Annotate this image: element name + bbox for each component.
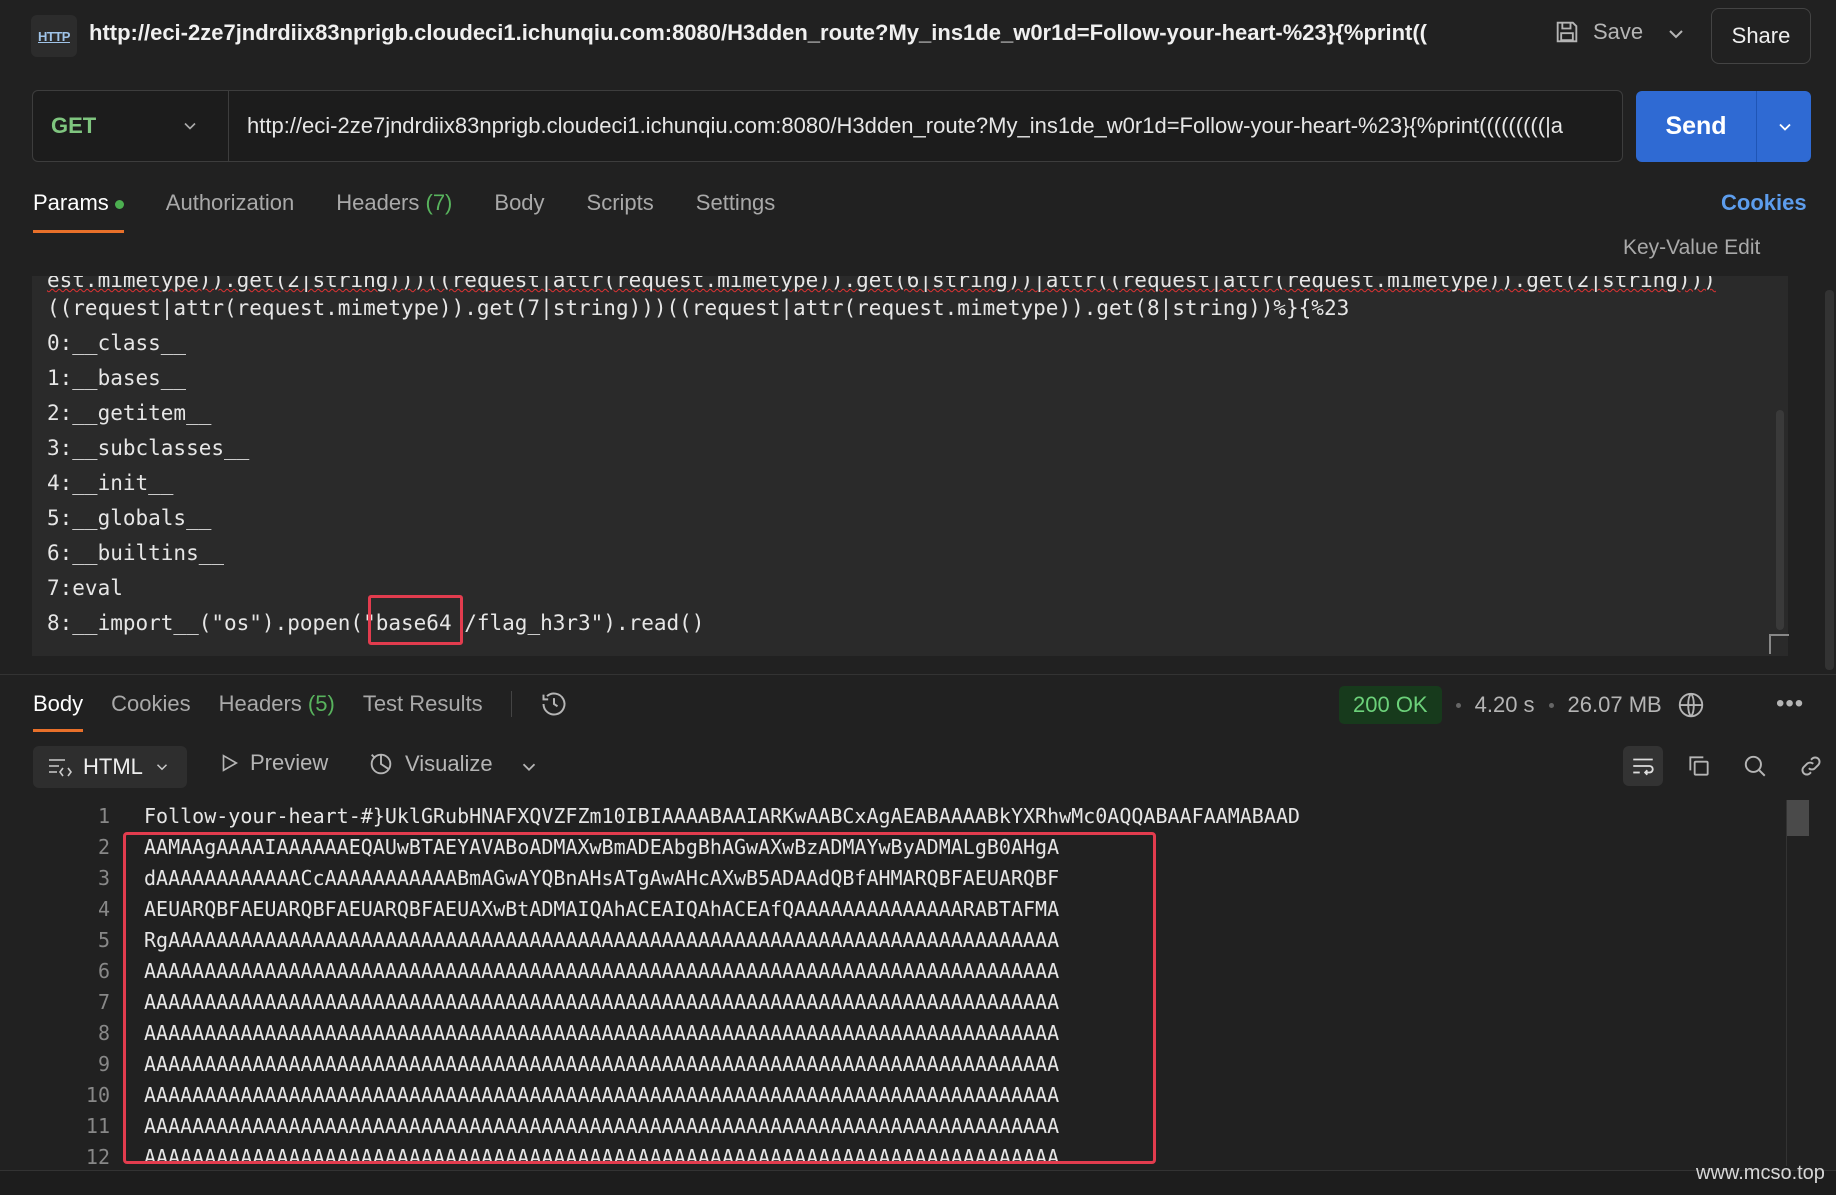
visualize-icon	[370, 753, 392, 775]
format-select[interactable]: HTML	[33, 746, 187, 788]
url-bar: GET http://eci-2ze7jndrdiix83nprigb.clou…	[32, 90, 1623, 162]
param-line: 6:__builtins__	[47, 541, 225, 565]
tab-test-results[interactable]: Test Results	[363, 691, 483, 729]
param-line: ((request|attr(request.mimetype)).get(7|…	[47, 296, 1350, 320]
url-input[interactable]: http://eci-2ze7jndrdiix83nprigb.cloudeci…	[229, 113, 1589, 139]
chevron-down-icon	[184, 122, 196, 130]
param-line: 2:__getitem__	[47, 401, 212, 425]
params-bulk-editor[interactable]: est.mimetype)).get(2|string)))((request|…	[32, 276, 1788, 656]
param-line: 7:eval	[47, 576, 123, 600]
send-button[interactable]: Send	[1636, 91, 1811, 162]
send-label: Send	[1665, 112, 1727, 140]
code-line: 1 Follow-your-heart-#}UklGRubHNAFXQVZFZm1…	[97, 804, 1300, 828]
link-icon	[1801, 756, 1821, 776]
method-label: GET	[51, 113, 97, 138]
params-active-dot	[114, 199, 124, 209]
copy-icon	[1689, 756, 1709, 776]
tab-response-cookies[interactable]: Cookies	[111, 691, 190, 729]
http-request-icon: HTTP	[31, 15, 77, 57]
page-scrollbar[interactable]	[1825, 290, 1834, 670]
save-icon	[1556, 21, 1578, 43]
response-meta: 200 OK 4.20 s 26.07 MB	[1339, 686, 1706, 724]
search-button[interactable]	[1735, 746, 1775, 786]
chevron-down-icon[interactable]	[1664, 22, 1688, 46]
visualize-button[interactable]: Visualize	[367, 750, 493, 778]
key-value-edit-link[interactable]: Key-Value Edit	[1623, 236, 1760, 260]
tab-response-headers[interactable]: Headers (5)	[219, 691, 335, 729]
tab-params[interactable]: Params	[33, 190, 124, 233]
param-line: 1:__bases__	[47, 366, 187, 390]
request-title[interactable]: http://eci-2ze7jndrdiix83nprigb.cloudeci…	[89, 20, 1529, 46]
base64-highlight-box	[368, 595, 463, 645]
chevron-down-icon[interactable]	[518, 756, 540, 778]
request-tabs: Params Authorization Headers (7) Body Sc…	[33, 190, 776, 233]
preview-button[interactable]: Preview	[218, 750, 328, 776]
tab-authorization[interactable]: Authorization	[166, 190, 294, 230]
cookies-link[interactable]: Cookies	[1721, 190, 1807, 216]
chevron-down-icon	[156, 764, 167, 771]
method-select[interactable]: GET	[33, 91, 229, 161]
param-line: 5:__globals__	[47, 506, 212, 530]
editor-scrollbar[interactable]	[1776, 410, 1784, 630]
tab-body[interactable]: Body	[494, 190, 544, 230]
globe-icon[interactable]	[1676, 690, 1706, 720]
response-tools	[1623, 746, 1831, 786]
param-line: 4:__init__	[47, 471, 174, 495]
response-size[interactable]: 26.07 MB	[1568, 692, 1662, 718]
more-options-icon[interactable]: •••	[1776, 690, 1804, 718]
watermark: www.mcso.top	[1696, 1162, 1825, 1184]
save-button[interactable]: Save	[1553, 18, 1643, 46]
history-icon[interactable]	[540, 690, 568, 718]
link-button[interactable]	[1791, 746, 1831, 786]
save-label: Save	[1593, 19, 1644, 44]
response-tabs: Body Cookies Headers (5) Test Results	[33, 690, 568, 732]
tab-headers[interactable]: Headers (7)	[336, 190, 452, 230]
chevron-down-icon[interactable]	[1775, 117, 1795, 137]
tab-response-body[interactable]: Body	[33, 691, 84, 732]
format-lines-icon	[49, 759, 72, 777]
param-line: 3:__subclasses__	[47, 436, 250, 460]
copy-button[interactable]	[1679, 746, 1719, 786]
param-line: 0:__class__	[47, 331, 187, 355]
tab-settings[interactable]: Settings	[696, 190, 776, 230]
play-icon	[222, 754, 238, 772]
tab-scripts[interactable]: Scripts	[587, 190, 654, 230]
response-time[interactable]: 4.20 s	[1475, 692, 1535, 718]
param-line: est.mimetype)).get(2|string)))((request|…	[47, 276, 1716, 292]
wrap-lines-button[interactable]	[1623, 746, 1663, 786]
search-icon	[1744, 755, 1766, 777]
status-badge[interactable]: 200 OK	[1339, 686, 1442, 724]
share-button[interactable]: Share	[1711, 8, 1811, 64]
resize-handle[interactable]	[1769, 634, 1789, 654]
wrap-icon	[1633, 758, 1654, 776]
code-scroll-thumb[interactable]	[1787, 800, 1809, 836]
status-bar	[0, 1170, 1836, 1195]
base64-output-highlight-box	[123, 832, 1156, 1164]
format-label: HTML	[83, 754, 143, 779]
